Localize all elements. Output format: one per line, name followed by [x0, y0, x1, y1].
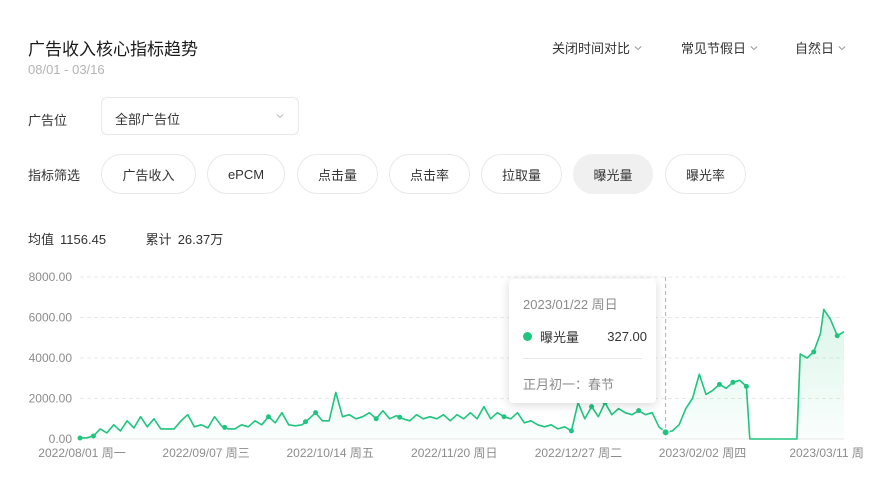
- data-point-marker: [716, 381, 722, 387]
- x-tick-label: 2022/10/14 周五: [286, 446, 373, 460]
- y-tick-label: 0.00: [49, 432, 73, 446]
- metric-pill-clicks[interactable]: 点击量: [297, 154, 378, 194]
- data-point-marker: [397, 414, 403, 420]
- x-tick-label: 2023/02/02 周四: [659, 446, 746, 460]
- metric-pill-ctr[interactable]: 点击率: [389, 154, 470, 194]
- data-point-marker: [265, 414, 271, 420]
- avg-stat: 均值 1156.45: [28, 232, 124, 247]
- metric-filter-label: 指标筛选: [28, 168, 81, 183]
- x-tick-label: 2022/08/01 周一: [38, 446, 125, 460]
- chevron-down-icon: [634, 45, 642, 50]
- series-area: [80, 309, 844, 439]
- data-point-marker: [661, 428, 670, 437]
- data-point-marker: [743, 383, 749, 389]
- time-compare-dropdown[interactable]: 关闭时间对比: [552, 38, 642, 57]
- page-title: 广告收入核心指标趋势: [28, 40, 198, 59]
- tooltip-divider: [523, 358, 642, 359]
- metric-pill-ad-revenue[interactable]: 广告收入: [101, 154, 196, 194]
- tooltip-holiday-note: 正月初一：春节: [523, 377, 615, 392]
- total-stat: 累计 26.37万: [146, 232, 242, 247]
- data-point-marker: [730, 379, 736, 385]
- data-point-marker: [222, 424, 228, 430]
- stats-summary: 均值 1156.45 累计 26.37万: [28, 229, 259, 248]
- metric-pill-impression-rate[interactable]: 曝光率: [665, 154, 746, 194]
- data-point-marker: [811, 349, 817, 355]
- tooltip-date: 2023/01/22 周日: [523, 297, 618, 312]
- data-point-marker: [501, 414, 507, 420]
- y-tick-label: 4000.00: [29, 351, 73, 365]
- data-point-marker: [313, 410, 319, 416]
- x-tick-label: 2023/03/11 周: [789, 446, 864, 460]
- ad-slot-label: 广告位: [28, 113, 68, 128]
- avg-label: 均值: [28, 232, 55, 247]
- data-point-marker: [568, 428, 574, 434]
- data-point-marker: [373, 416, 379, 422]
- day-type-dropdown[interactable]: 自然日: [795, 38, 846, 57]
- tooltip-series-name: 曝光量: [540, 330, 580, 345]
- data-point-marker: [589, 404, 595, 410]
- time-compare-label: 关闭时间对比: [552, 41, 631, 56]
- data-point-marker: [302, 419, 308, 425]
- chevron-down-icon: [838, 45, 846, 50]
- trend-chart[interactable]: 8000.00 6000.00 4000.00 2000.00 0.002022/08/…: [0, 262, 886, 497]
- y-tick-label: 6000.00: [29, 311, 73, 325]
- day-type-label: 自然日: [795, 41, 835, 56]
- chart-tooltip: 2023/01/22 周日 曝光量 327.00 正月初一：春节: [509, 279, 656, 403]
- metric-pill-epcm[interactable]: ePCM: [207, 154, 285, 194]
- metric-pill-impressions[interactable]: 曝光量: [573, 154, 653, 194]
- tooltip-row: 曝光量 327.00: [523, 327, 647, 346]
- x-tick-label: 2022/12/27 周二: [535, 446, 622, 460]
- holiday-label: 常见节假日: [681, 41, 747, 56]
- total-label: 累计: [145, 232, 172, 247]
- holiday-dropdown[interactable]: 常见节假日: [681, 38, 758, 57]
- chevron-down-icon: [276, 114, 284, 119]
- y-tick-label: 2000.00: [29, 392, 73, 406]
- data-point-marker: [77, 435, 83, 441]
- x-tick-label: 2022/09/07 周三: [162, 446, 249, 460]
- tooltip-value: 327.00: [607, 329, 647, 344]
- metric-pill-fetches[interactable]: 拉取量: [481, 154, 562, 194]
- series-dot-icon: [523, 332, 532, 341]
- data-point-marker: [90, 433, 96, 439]
- data-point-marker: [834, 333, 840, 339]
- avg-value: 1156.45: [60, 232, 107, 247]
- x-tick-label: 2022/11/20 周日: [411, 446, 498, 460]
- y-tick-label: 8000.00: [29, 270, 73, 284]
- date-range: 08/01 - 03/16: [28, 62, 105, 77]
- ad-slot-value: 全部广告位: [115, 112, 181, 127]
- ad-slot-select[interactable]: 全部广告位: [101, 97, 299, 135]
- data-point-marker: [636, 408, 642, 414]
- chevron-down-icon: [750, 45, 758, 50]
- total-value: 26.37万: [177, 232, 224, 247]
